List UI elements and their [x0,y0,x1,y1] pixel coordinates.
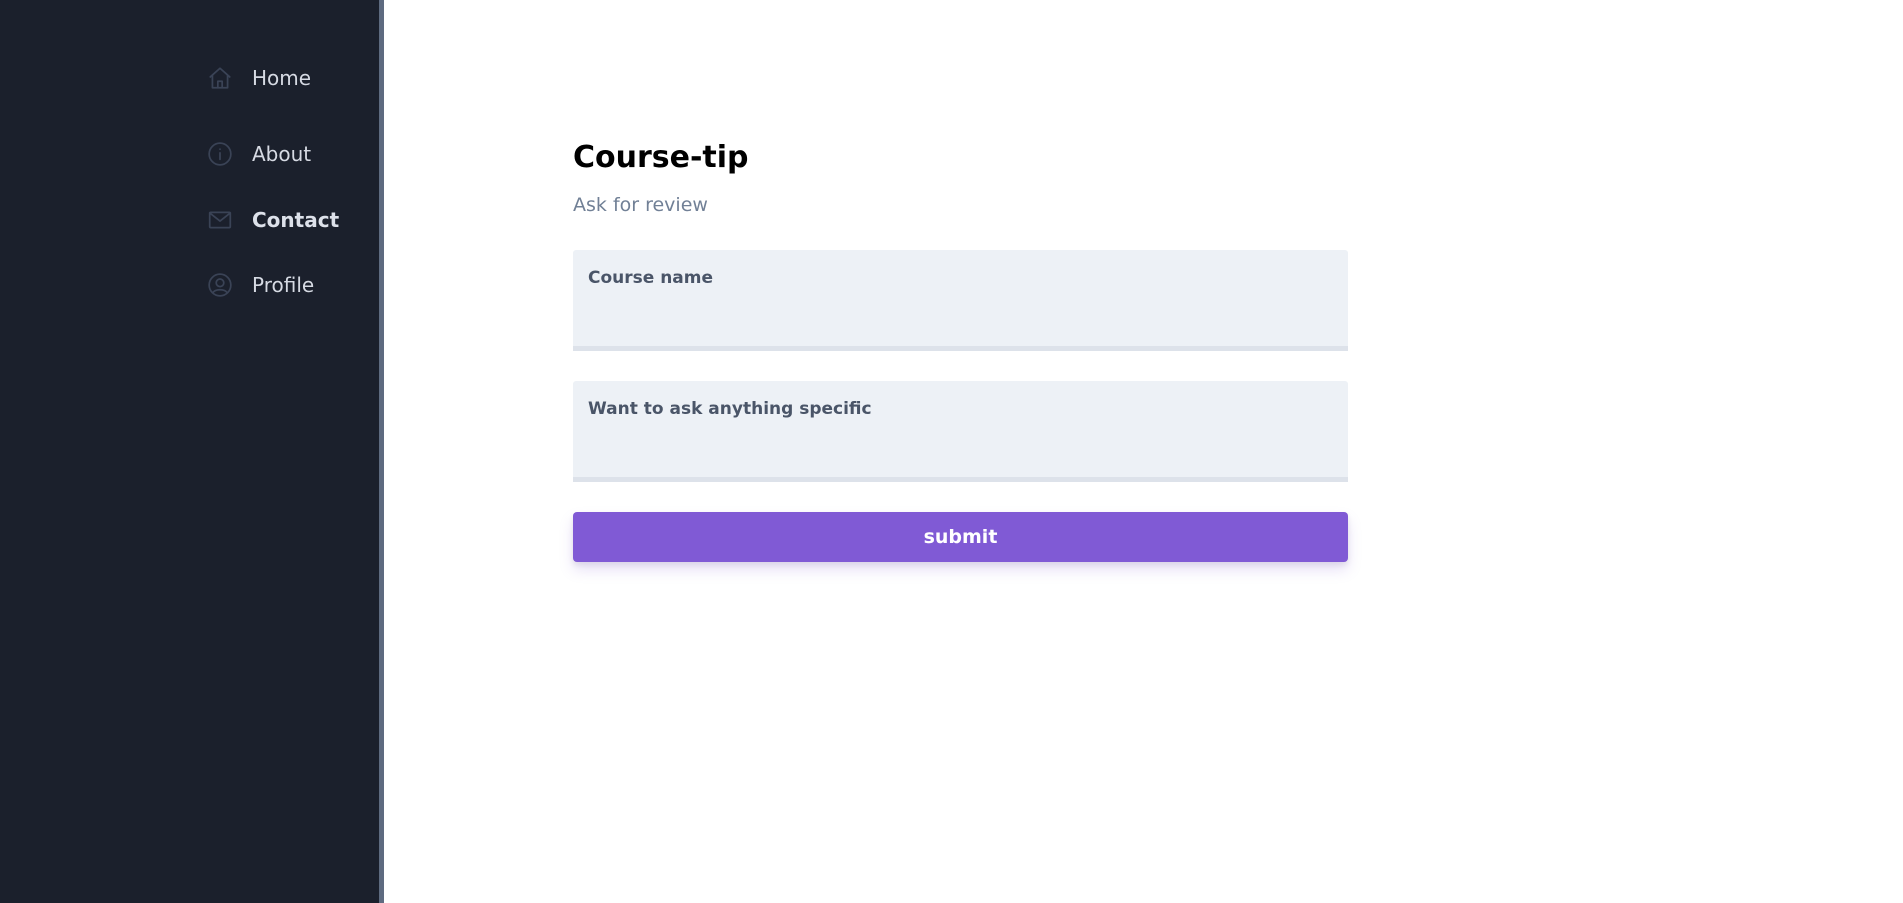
sidebar-item-label: About [252,142,312,166]
sidebar-item-label: Home [252,66,312,90]
mail-icon [206,206,234,234]
sidebar-item-label: Contact [252,208,340,232]
sidebar-item-about[interactable]: About [206,140,311,168]
submit-button[interactable]: submit [573,512,1348,562]
question-input[interactable] [588,429,1333,465]
course-name-field[interactable]: Course name [573,250,1348,351]
sidebar-item-home[interactable]: Home [206,64,311,92]
info-icon [206,140,234,168]
user-circle-icon [206,271,234,299]
sidebar-divider [379,0,384,903]
page-subtitle: Ask for review [573,194,708,216]
course-name-label: Course name [588,268,714,288]
course-name-input[interactable] [588,298,1333,334]
home-icon [206,64,234,92]
page-title: Course-tip [573,140,749,175]
question-label: Want to ask anything specific [588,399,872,419]
question-field[interactable]: Want to ask anything specific [573,381,1348,482]
sidebar: Home About Contact Profile [0,0,379,903]
sidebar-item-contact[interactable]: Contact [206,206,339,234]
sidebar-item-label: Profile [252,273,315,297]
sidebar-item-profile[interactable]: Profile [206,271,314,299]
